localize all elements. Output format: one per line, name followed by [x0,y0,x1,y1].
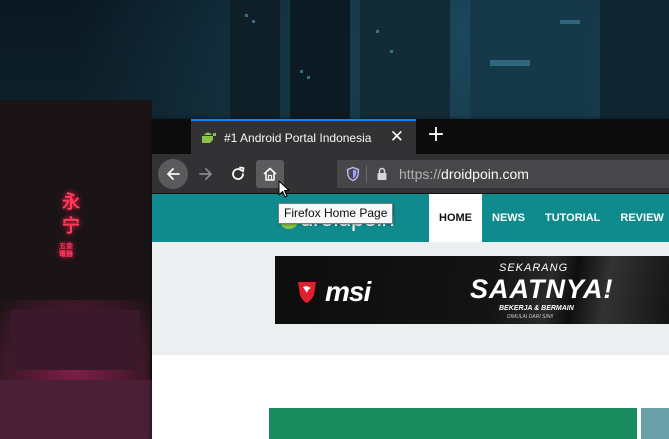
url-text[interactable]: https://droidpoin.com [399,166,529,182]
back-button[interactable] [158,159,188,189]
menu-item-home[interactable]: HOME [429,194,482,242]
article-card[interactable] [641,408,669,439]
wallpaper-shop [10,310,140,370]
wallpaper-building [230,0,280,119]
android-icon [202,132,216,143]
close-tab-icon[interactable]: ✕ [390,129,404,146]
mouse-cursor-icon [278,180,290,198]
home-button-tooltip: Firefox Home Page [278,203,394,224]
new-tab-button[interactable]: + [424,124,448,148]
wallpaper-shop [0,380,152,439]
url-host: droidpoin.com [441,166,529,182]
reload-button[interactable] [224,160,252,188]
menu-item-tutorial[interactable]: TUTORIAL [535,194,610,242]
wallpaper-window-light [252,20,255,23]
wallpaper-window-light [560,20,580,24]
wallpaper-window-light [300,70,303,73]
menu-item-news[interactable]: NEWS [482,194,535,242]
tab-title: #1 Android Portal Indonesia [224,130,372,145]
wallpaper-neon-sign-small: 五金電器 [59,241,73,258]
forward-button[interactable] [192,160,220,188]
site-header: droidpoin HOME NEWS TUTORIAL REVIEW [152,194,669,242]
home-icon [263,167,277,181]
ad-subtagline: DIMULAI DARI SINI! [507,314,554,320]
menu-item-review[interactable]: REVIEW [610,194,669,242]
tracking-protection-icon[interactable] [345,166,361,182]
wallpaper-window-light [376,30,379,33]
site-menu: HOME NEWS TUTORIAL REVIEW [429,194,669,242]
ad-tagline: BEKERJA & BERMAIN [499,305,574,312]
wallpaper-building [470,0,590,119]
tab-strip: #1 Android Portal Indonesia ✕ + [152,119,669,154]
ad-strip: msi SEKARANG SAATNYA! BEKERJA & BERMAIN … [152,242,669,355]
ad-headline-small: SEKARANG [499,262,569,274]
wallpaper-window-light [245,14,248,17]
url-scheme: https:// [399,166,442,182]
msi-dragon-icon [298,282,316,303]
wallpaper-window-light [307,76,310,79]
wallpaper-window-light [390,50,393,53]
wallpaper-building [600,0,669,119]
url-bar-divider [366,165,367,183]
firefox-window: #1 Android Portal Indonesia ✕ + https://… [152,119,669,439]
tab-droidpoin[interactable]: #1 Android Portal Indonesia ✕ [191,119,416,154]
arrow-right-icon [199,168,212,180]
msi-logo: msi [295,276,371,308]
wallpaper-building [360,0,450,119]
ad-headline: SAATNYA! [470,274,614,304]
article-card[interactable] [269,408,637,439]
reload-icon [232,166,245,180]
lock-icon[interactable] [375,167,389,181]
msi-brand-text: msi [325,276,371,307]
wallpaper-window-light [490,60,530,66]
arrow-left-icon [167,168,180,180]
url-bar[interactable]: https://droidpoin.com [337,160,669,188]
msi-ad-banner[interactable]: msi SEKARANG SAATNYA! BEKERJA & BERMAIN … [275,256,669,324]
wallpaper-building [290,0,350,119]
navigation-toolbar: https://droidpoin.com [152,154,669,194]
wallpaper-neon-sign: 永 [62,192,80,213]
wallpaper-neon-sign: 宁 [62,216,80,237]
